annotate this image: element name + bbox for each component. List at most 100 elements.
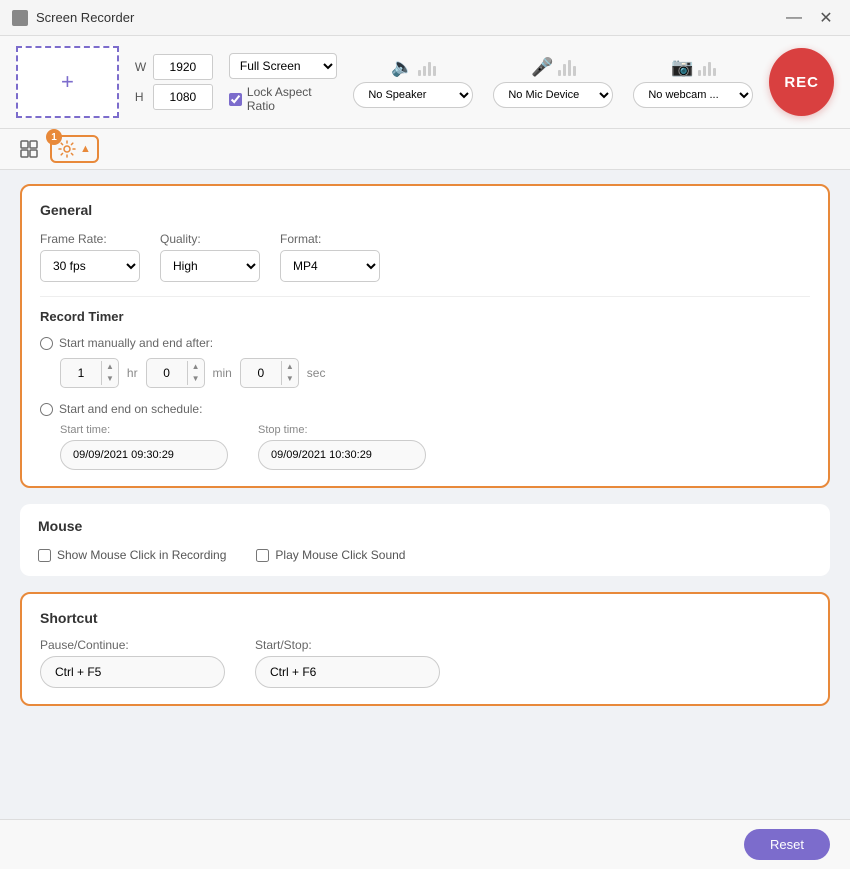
close-button[interactable]: ✕	[814, 6, 838, 30]
mic-icon-row: 🎤	[531, 57, 575, 78]
minutes-down-button[interactable]: ▼	[188, 373, 204, 385]
stop-time-group: Stop time:	[258, 424, 426, 470]
speaker-bars	[418, 58, 436, 76]
general-form-row: Frame Rate: 30 fps 60 fps 24 fps 15 fps …	[40, 232, 810, 282]
audio-section: 🔈 No Speaker 🎤	[353, 57, 753, 108]
app-title: Screen Recorder	[36, 10, 134, 25]
settings-badge: 1	[46, 129, 62, 145]
shortcut-row: Pause/Continue: Start/Stop:	[40, 638, 810, 688]
minutes-input[interactable]	[147, 359, 187, 387]
pause-continue-input[interactable]	[40, 656, 225, 688]
screen-mode-select[interactable]: Full Screen Custom Window	[229, 53, 337, 79]
capture-area-plus-icon: +	[61, 69, 74, 95]
screen-mode-group: Full Screen Custom Window Lock Aspect Ra…	[229, 53, 337, 113]
bar4	[433, 66, 436, 76]
webcam-icon-row: 📷	[671, 57, 715, 78]
minimize-button[interactable]: —	[782, 6, 806, 30]
settings-icon	[58, 140, 76, 158]
width-row: W	[135, 54, 213, 80]
lock-aspect-row: Lock Aspect Ratio	[229, 85, 337, 113]
format-select[interactable]: MP4 AVI MOV WMV	[280, 250, 380, 282]
mouse-row: Show Mouse Click in Recording Play Mouse…	[38, 548, 812, 562]
time-fields-row: Start time: Stop time:	[40, 424, 810, 470]
speaker-icon-row: 🔈	[391, 57, 435, 78]
start-time-input[interactable]	[60, 440, 228, 470]
bar3	[428, 62, 431, 76]
mouse-section-title: Mouse	[38, 518, 812, 534]
width-label: W	[135, 60, 149, 74]
webcam-device: 📷 No webcam ...	[633, 57, 753, 108]
general-divider	[40, 296, 810, 297]
app-icon	[12, 10, 28, 26]
height-row: H	[135, 84, 213, 110]
bar2	[423, 66, 426, 76]
hours-unit: hr	[127, 366, 138, 380]
pause-continue-group: Pause/Continue:	[40, 638, 225, 688]
settings-button-group[interactable]: 1 ▲	[50, 135, 99, 163]
general-section-title: General	[40, 202, 810, 218]
mic-select[interactable]: No Mic Device	[493, 82, 613, 108]
seconds-down-button[interactable]: ▼	[282, 373, 298, 385]
lock-aspect-checkbox[interactable]	[229, 93, 242, 106]
lock-aspect-label: Lock Aspect Ratio	[247, 85, 337, 113]
schedule-row: Start and end on schedule:	[40, 402, 810, 416]
main-toolbar: + W H Full Screen Custom Window Lock Asp…	[0, 36, 850, 129]
hours-input[interactable]	[61, 359, 101, 387]
bar4	[573, 66, 576, 76]
hours-spinbox: ▲ ▼	[60, 358, 119, 388]
time-inputs-row: ▲ ▼ hr ▲ ▼ min ▲ ▼ sec	[40, 358, 810, 388]
layout-icon-button[interactable]	[16, 136, 42, 162]
height-input[interactable]	[153, 84, 213, 110]
show-click-checkbox[interactable]	[38, 549, 51, 562]
seconds-arrows: ▲ ▼	[281, 361, 298, 385]
minutes-arrows: ▲ ▼	[187, 361, 204, 385]
hours-down-button[interactable]: ▼	[102, 373, 118, 385]
seconds-up-button[interactable]: ▲	[282, 361, 298, 373]
settings-chevron-icon: ▲	[80, 143, 91, 155]
dimension-group: W H	[135, 54, 213, 110]
webcam-bars	[698, 58, 716, 76]
width-input[interactable]	[153, 54, 213, 80]
speaker-icon: 🔈	[391, 57, 413, 78]
start-time-group: Start time:	[60, 424, 228, 470]
layout-icon	[20, 140, 38, 158]
mic-icon: 🎤	[531, 57, 553, 78]
mouse-section: Mouse Show Mouse Click in Recording Play…	[20, 504, 830, 576]
webcam-icon: 📷	[671, 57, 693, 78]
schedule-radio[interactable]	[40, 403, 53, 416]
minutes-spinbox: ▲ ▼	[146, 358, 205, 388]
play-sound-row: Play Mouse Click Sound	[256, 548, 405, 562]
hours-up-button[interactable]: ▲	[102, 361, 118, 373]
manual-end-radio[interactable]	[40, 337, 53, 350]
webcam-select[interactable]: No webcam ...	[633, 82, 753, 108]
play-sound-label: Play Mouse Click Sound	[275, 548, 405, 562]
secondary-toolbar: 1 ▲	[0, 129, 850, 170]
general-section-card: General Frame Rate: 30 fps 60 fps 24 fps…	[20, 184, 830, 488]
stop-time-input[interactable]	[258, 440, 426, 470]
start-stop-label: Start/Stop:	[255, 638, 440, 652]
start-time-label: Start time:	[60, 424, 228, 436]
shortcut-section-card: Shortcut Pause/Continue: Start/Stop:	[20, 592, 830, 706]
reset-button[interactable]: Reset	[744, 829, 830, 860]
start-stop-group: Start/Stop:	[255, 638, 440, 688]
bar1	[698, 70, 701, 76]
speaker-select[interactable]: No Speaker	[353, 82, 473, 108]
mic-bars	[558, 58, 576, 76]
seconds-input[interactable]	[241, 359, 281, 387]
seconds-unit: sec	[307, 366, 326, 380]
start-stop-input[interactable]	[255, 656, 440, 688]
bar3	[568, 60, 571, 76]
minutes-up-button[interactable]: ▲	[188, 361, 204, 373]
bar3	[708, 62, 711, 76]
main-content: General Frame Rate: 30 fps 60 fps 24 fps…	[0, 170, 850, 817]
capture-area[interactable]: +	[16, 46, 119, 118]
play-sound-checkbox[interactable]	[256, 549, 269, 562]
footer: Reset	[0, 819, 850, 869]
frame-rate-select[interactable]: 30 fps 60 fps 24 fps 15 fps	[40, 250, 140, 282]
mic-device: 🎤 No Mic Device	[493, 57, 613, 108]
bar1	[418, 70, 421, 76]
rec-button[interactable]: REC	[769, 48, 834, 116]
quality-select[interactable]: High Medium Low	[160, 250, 260, 282]
quality-label: Quality:	[160, 232, 260, 246]
bar4	[713, 68, 716, 76]
